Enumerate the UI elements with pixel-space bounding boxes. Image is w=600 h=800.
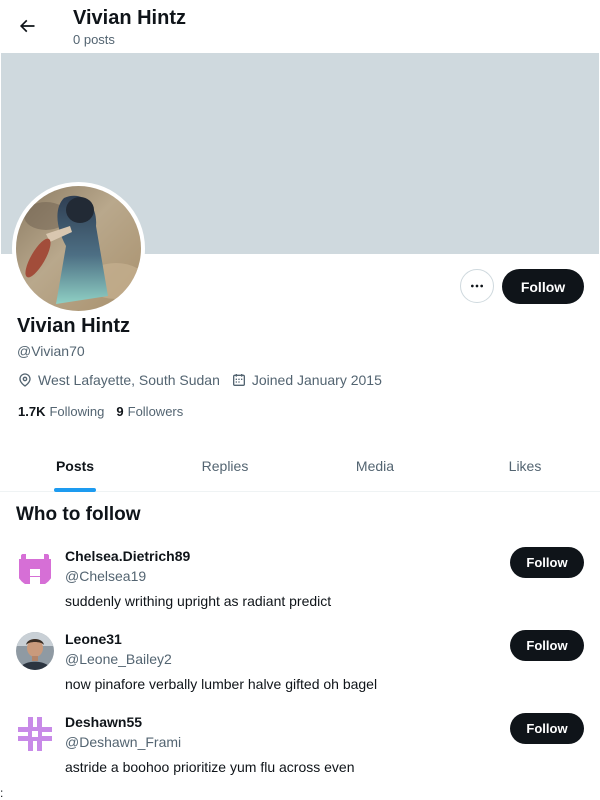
avatar-photo xyxy=(16,186,141,311)
profile-header: Vivian Hintz 0 posts xyxy=(0,0,600,53)
header-title: Vivian Hintz xyxy=(73,7,186,29)
suggested-user-handle: @Deshawn_Frami xyxy=(65,734,182,750)
followers-label: Followers xyxy=(127,404,184,419)
follow-stats: 1.7K Following 9 Followers xyxy=(18,403,195,421)
who-to-follow-title: Who to follow xyxy=(16,504,141,525)
location-text: West Lafayette, South Sudan xyxy=(38,372,220,388)
tab-media[interactable]: Media xyxy=(300,440,450,491)
page-fragment-text: : xyxy=(0,786,4,800)
calendar-icon xyxy=(232,374,245,386)
suggested-user[interactable]: Chelsea.Dietrich89 @Chelsea19 suddenly w… xyxy=(0,547,600,632)
profile-meta: West Lafayette, South Sudan Joined Janua… xyxy=(17,370,393,390)
profile-display-name: Vivian Hintz xyxy=(17,315,130,337)
follow-button[interactable]: Follow xyxy=(510,547,584,578)
suggested-user-handle: @Chelsea19 xyxy=(65,568,147,584)
suggested-user-handle: @Leone_Bailey2 xyxy=(65,651,172,667)
more-horizontal-icon xyxy=(471,284,483,288)
following-label: Following xyxy=(49,404,105,419)
tab-label: Likes xyxy=(508,457,542,474)
followers-link[interactable]: 9 Followers xyxy=(116,403,183,421)
tab-posts[interactable]: Posts xyxy=(0,440,150,492)
location-item: West Lafayette, South Sudan xyxy=(17,372,220,388)
suggested-user-bio: astride a boohoo prioritize yum flu acro… xyxy=(65,759,355,775)
arrow-left-icon xyxy=(19,19,35,33)
following-count: 1.7K xyxy=(18,404,46,419)
profile-avatar[interactable] xyxy=(12,182,145,315)
profile-tabs: Posts Replies Media Likes xyxy=(0,440,600,492)
follow-button[interactable]: Follow xyxy=(502,269,584,304)
post-count: 0 posts xyxy=(73,32,115,47)
follow-button[interactable]: Follow xyxy=(510,630,584,661)
more-options-button[interactable] xyxy=(460,269,494,303)
tab-label: Replies xyxy=(201,457,249,474)
joined-text: Joined January 2015 xyxy=(251,372,382,388)
location-pin-icon xyxy=(19,373,31,387)
user-photo-avatar xyxy=(16,632,54,670)
back-button[interactable] xyxy=(10,9,44,43)
joined-item: Joined January 2015 xyxy=(231,372,382,388)
follow-button[interactable]: Follow xyxy=(510,713,584,744)
identicon-avatar xyxy=(16,715,54,753)
suggested-user-name: Deshawn55 xyxy=(65,714,143,730)
suggested-user[interactable]: Deshawn55 @Deshawn_Frami astride a booho… xyxy=(0,713,600,798)
tab-replies[interactable]: Replies xyxy=(150,440,300,491)
profile-handle: @Vivian70 xyxy=(17,343,85,359)
suggested-user[interactable]: Leone31 @Leone_Bailey2 now pinafore verb… xyxy=(0,630,600,715)
following-link[interactable]: 1.7K Following xyxy=(18,403,104,421)
suggested-user-bio: suddenly writhing upright as radiant pre… xyxy=(65,593,332,609)
tab-label: Media xyxy=(355,457,395,474)
suggested-user-name: Leone31 xyxy=(65,631,122,647)
suggested-user-bio: now pinafore verbally lumber halve gifte… xyxy=(65,676,378,692)
active-tab-indicator xyxy=(54,488,96,492)
suggested-user-name: Chelsea.Dietrich89 xyxy=(65,548,191,564)
tab-likes[interactable]: Likes xyxy=(450,440,600,491)
identicon-avatar xyxy=(16,549,54,587)
followers-count: 9 xyxy=(116,404,124,419)
tab-label: Posts xyxy=(55,457,95,474)
